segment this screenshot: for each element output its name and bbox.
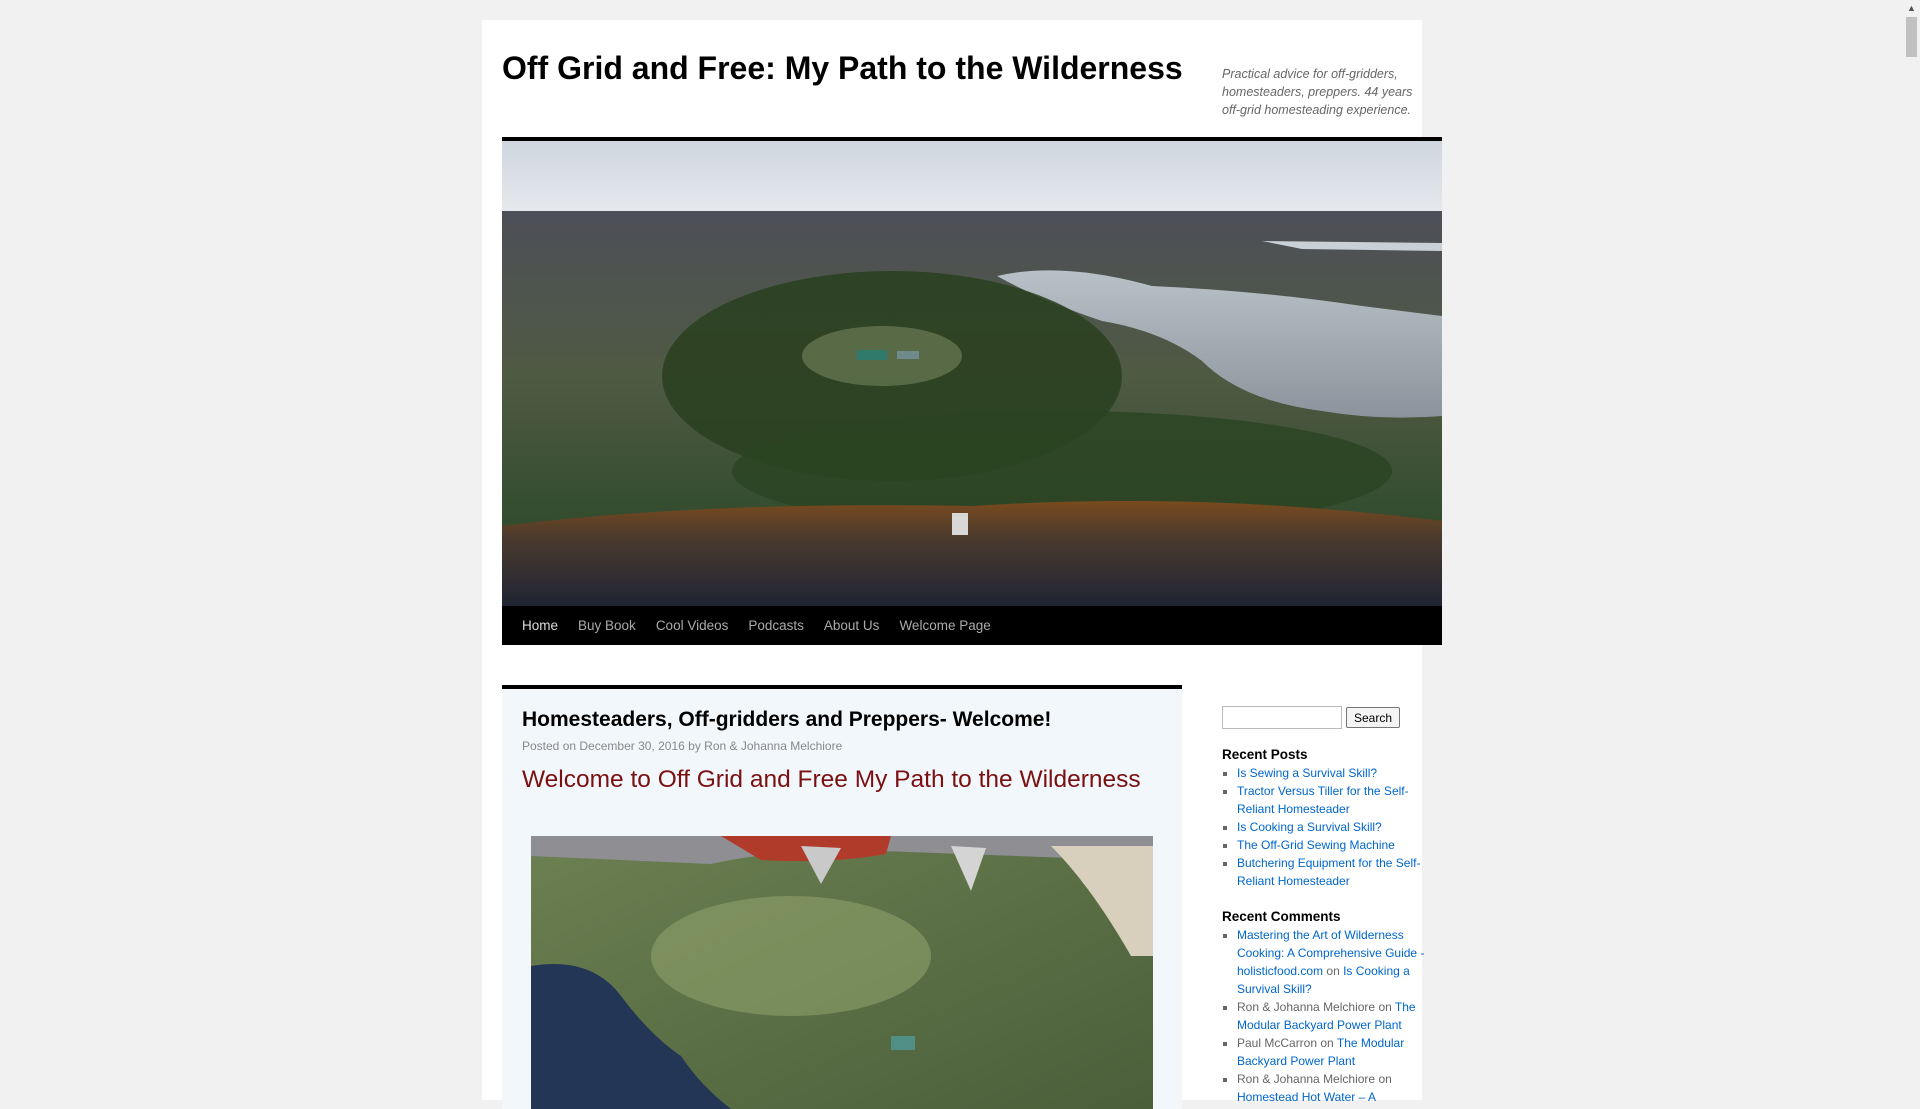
- meta-prefix: Posted on: [522, 739, 577, 753]
- post-title[interactable]: Homesteaders, Off-gridders and Preppers-…: [522, 708, 1051, 732]
- recent-comments-widget: Recent Comments Mastering the Art of Wil…: [1222, 908, 1432, 1106]
- post-image-aerial-from-plane: [531, 836, 1153, 1109]
- recent-post-link[interactable]: Butchering Equipment for the Self-Relian…: [1237, 856, 1420, 888]
- list-item: Butchering Equipment for the Self-Relian…: [1237, 854, 1432, 890]
- search-input[interactable]: [1222, 706, 1342, 729]
- main-nav: Home Buy Book Cool Videos Podcasts About…: [502, 606, 1442, 645]
- post-author-link[interactable]: Ron & Johanna Melchiore: [704, 739, 842, 753]
- scroll-up-arrow-icon[interactable]: ▲: [1907, 3, 1916, 13]
- nav-about-us[interactable]: About Us: [814, 606, 890, 645]
- recent-posts-widget: Recent Posts Is Sewing a Survival Skill?…: [1222, 746, 1432, 890]
- recent-comments-title: Recent Comments: [1222, 909, 1341, 924]
- recent-post-link[interactable]: Is Cooking a Survival Skill?: [1237, 820, 1382, 834]
- site-description: Practical advice for off-gridders, homes…: [1222, 67, 1413, 117]
- comment-on: on: [1320, 1036, 1334, 1050]
- recent-posts-title: Recent Posts: [1222, 747, 1308, 762]
- recent-post-link[interactable]: Tractor Versus Tiller for the Self-Relia…: [1237, 784, 1409, 816]
- comment-author: Ron & Johanna Melchiore: [1237, 1072, 1376, 1086]
- list-item: Ron & Johanna Melchiore on Homestead Hot…: [1237, 1070, 1432, 1106]
- scrollbar-thumb[interactable]: [1906, 17, 1917, 57]
- list-item: Tractor Versus Tiller for the Self-Relia…: [1237, 782, 1432, 818]
- nav-home[interactable]: Home: [512, 606, 568, 645]
- comment-post-link[interactable]: Homestead Hot Water – A: [1237, 1090, 1376, 1104]
- page-wrapper: Off Grid and Free: My Path to the Wilder…: [482, 20, 1442, 1109]
- comment-on: on: [1326, 964, 1340, 978]
- vertical-scrollbar[interactable]: ▲: [1903, 0, 1920, 1080]
- nav-buy-book[interactable]: Buy Book: [568, 606, 646, 645]
- site-title[interactable]: Off Grid and Free: My Path to the Wilder…: [502, 49, 1183, 87]
- list-item: The Off-Grid Sewing Machine: [1237, 836, 1432, 854]
- welcome-heading: Welcome to Off Grid and Free My Path to …: [522, 766, 1141, 793]
- list-item: Is Sewing a Survival Skill?: [1237, 764, 1432, 782]
- list-item: Is Cooking a Survival Skill?: [1237, 818, 1432, 836]
- recent-post-link[interactable]: Is Sewing a Survival Skill?: [1237, 766, 1377, 780]
- post-article: Homesteaders, Off-gridders and Preppers-…: [502, 689, 1182, 1109]
- nav-welcome-page[interactable]: Welcome Page: [889, 606, 1000, 645]
- list-item: Paul McCarron on The Modular Backyard Po…: [1237, 1034, 1432, 1070]
- nav-podcasts[interactable]: Podcasts: [738, 606, 814, 645]
- entry-meta: Posted on December 30, 2016 by Ron & Joh…: [522, 739, 842, 753]
- meta-by: by: [688, 739, 701, 753]
- comment-author: Ron & Johanna Melchiore: [1237, 1000, 1376, 1014]
- comment-author: Paul McCarron: [1237, 1036, 1318, 1050]
- comment-on: on: [1378, 1072, 1392, 1086]
- header-image-aerial-lake: [502, 141, 1442, 606]
- search-button[interactable]: Search: [1346, 707, 1400, 728]
- list-item: Mastering the Art of Wilderness Cooking:…: [1237, 926, 1432, 998]
- comment-on: on: [1378, 1000, 1392, 1014]
- recent-post-link[interactable]: The Off-Grid Sewing Machine: [1237, 838, 1395, 852]
- list-item: Ron & Johanna Melchiore on The Modular B…: [1237, 998, 1432, 1034]
- nav-cool-videos[interactable]: Cool Videos: [646, 606, 739, 645]
- post-date-link[interactable]: December 30, 2016: [579, 739, 684, 753]
